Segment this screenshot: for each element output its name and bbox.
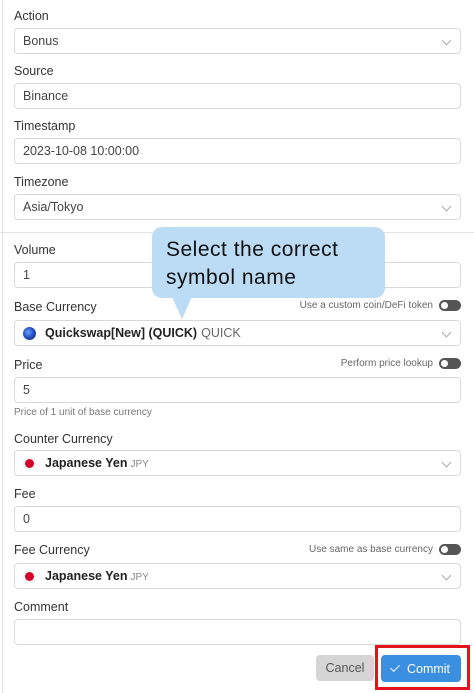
timezone-select[interactable]: Asia/Tokyo (14, 194, 461, 220)
base-currency-select[interactable]: Quickswap[New] (QUICK) QUICK (14, 320, 461, 346)
fee-value: 0 (23, 512, 30, 526)
counter-currency-select[interactable]: Japanese Yen JPY (14, 450, 461, 476)
price-hint: Price of 1 unit of base currency (14, 407, 152, 418)
source-input[interactable]: Binance (14, 83, 461, 109)
price-value: 5 (23, 383, 30, 397)
form-panel: Action Bonus Source Binance Timestamp 20… (0, 0, 474, 693)
comment-input[interactable] (14, 619, 461, 645)
base-currency-name: Quickswap[New] (QUICK) (45, 326, 198, 340)
tooltip-callout: Select the correct symbol name (152, 227, 385, 298)
base-currency-symbol: QUICK (201, 326, 241, 340)
timezone-value: Asia/Tokyo (23, 200, 84, 214)
tooltip-line-1: Select the correct (166, 238, 339, 261)
counter-currency-name: Japanese Yen (45, 456, 128, 470)
timestamp-label: Timestamp (14, 119, 76, 133)
cancel-button[interactable]: Cancel (316, 655, 374, 681)
japan-flag-icon (23, 569, 36, 583)
japan-flag-icon (23, 456, 36, 470)
price-lookup-toggle-row: Perform price lookup (341, 358, 461, 369)
tooltip-line-2: symbol name (166, 266, 297, 289)
same-as-base-toggle-row: Use same as base currency (309, 544, 461, 555)
action-select[interactable]: Bonus (14, 28, 461, 54)
fee-currency-label: Fee Currency (14, 543, 90, 557)
fee-currency-select[interactable]: Japanese Yen JPY (14, 563, 461, 589)
timestamp-value: 2023-10-08 10:00:00 (23, 144, 140, 158)
commit-highlight-box (375, 645, 470, 690)
base-currency-label: Base Currency (14, 300, 97, 314)
quickswap-coin-icon (23, 326, 36, 340)
left-border (2, 0, 3, 693)
action-label: Action (14, 9, 49, 23)
custom-token-toggle-row: Use a custom coin/DeFi token (300, 300, 461, 311)
tooltip-pointer (172, 297, 192, 319)
source-value: Binance (23, 89, 69, 103)
timestamp-input[interactable]: 2023-10-08 10:00:00 (14, 138, 461, 164)
source-label: Source (14, 64, 54, 78)
same-as-base-toggle-label: Use same as base currency (309, 544, 433, 555)
price-lookup-toggle[interactable] (439, 358, 461, 369)
timezone-label: Timezone (14, 175, 69, 189)
volume-label: Volume (14, 243, 56, 257)
fee-label: Fee (14, 487, 36, 501)
same-as-base-toggle[interactable] (439, 544, 461, 555)
fee-currency-symbol: JPY (130, 572, 149, 583)
comment-label: Comment (14, 600, 69, 614)
fee-input[interactable]: 0 (14, 506, 461, 532)
counter-currency-symbol: JPY (130, 459, 149, 470)
counter-currency-label: Counter Currency (14, 432, 113, 446)
price-input[interactable]: 5 (14, 377, 461, 403)
custom-token-toggle-label: Use a custom coin/DeFi token (299, 300, 433, 311)
price-lookup-toggle-label: Perform price lookup (340, 358, 433, 369)
fee-currency-name: Japanese Yen (45, 569, 128, 583)
price-label: Price (14, 358, 43, 372)
action-value: Bonus (23, 34, 59, 48)
custom-token-toggle[interactable] (439, 300, 461, 311)
